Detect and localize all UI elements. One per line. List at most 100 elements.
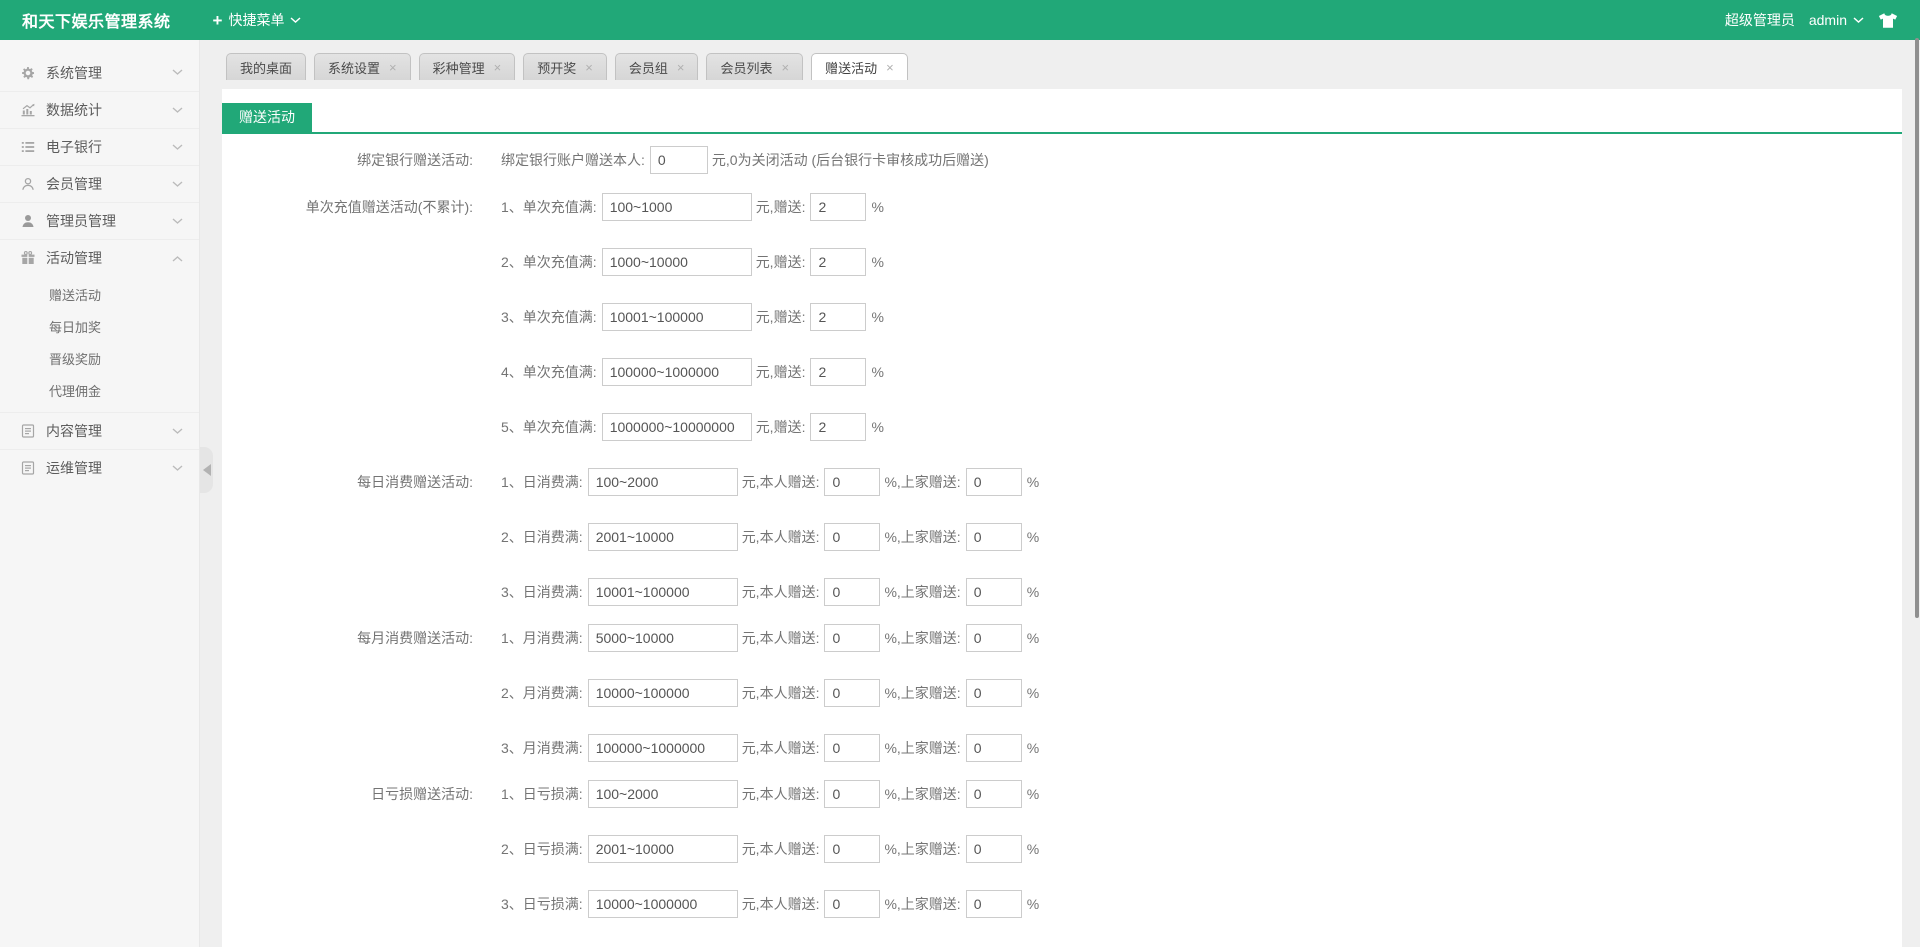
give-label: 元,赠送:	[755, 309, 806, 325]
user-menu[interactable]: admin	[1809, 12, 1864, 28]
tab-bar: 我的桌面 系统设置 × 彩种管理 × 预开奖 × 会员组 × 会员列表 × 赠送活动 ×	[200, 40, 1920, 80]
group-label: 单次充值赠送活动(不累计):	[305, 199, 473, 215]
form-row-monthly-consume-3: 3、月消费满: 元,本人赠送: %,上家赠送: %	[222, 734, 1902, 762]
self-percent-input[interactable]	[824, 679, 881, 707]
percent-sign: %	[1026, 584, 1040, 600]
range-input[interactable]	[587, 468, 738, 496]
self-percent-input[interactable]	[824, 523, 881, 551]
parent-percent-input[interactable]	[965, 734, 1022, 762]
topbar-right: 超级管理员 admin	[1725, 10, 1898, 30]
parent-percent-input[interactable]	[965, 780, 1022, 808]
sidebar-subitem-agent-commission[interactable]: 代理佣金	[0, 376, 199, 408]
parent-percent-input[interactable]	[965, 523, 1022, 551]
range-input[interactable]	[601, 358, 752, 386]
self-percent-input[interactable]	[824, 780, 881, 808]
tab-system-settings[interactable]: 系统设置 ×	[314, 53, 411, 80]
row-label: 3、日消费满:	[501, 584, 583, 600]
list-icon	[20, 139, 36, 155]
sidebar-item-system-manage[interactable]: 系统管理	[0, 54, 199, 91]
self-percent-input[interactable]	[824, 468, 881, 496]
range-input[interactable]	[587, 679, 738, 707]
form-row-daily-loss-1: 日亏损赠送活动: 1、日亏损满: 元,本人赠送: %,上家赠送: %	[222, 780, 1902, 808]
chevron-down-icon	[172, 180, 183, 187]
close-icon[interactable]: ×	[585, 61, 593, 74]
sidebar-subitem-gift-activity[interactable]: 赠送活动	[0, 280, 199, 312]
percent-sign: %	[1026, 685, 1040, 701]
parent-percent-input[interactable]	[965, 890, 1022, 918]
parent-percent-input[interactable]	[965, 679, 1022, 707]
parent-give-label: %,上家赠送:	[884, 740, 961, 756]
sidebar-subitem-daily-bonus[interactable]: 每日加奖	[0, 312, 199, 344]
sidebar-item-member-manage[interactable]: 会员管理	[0, 165, 199, 202]
tab-pre-draw[interactable]: 预开奖 ×	[523, 53, 607, 80]
range-input[interactable]	[587, 624, 738, 652]
percent-input[interactable]	[810, 303, 867, 331]
self-percent-input[interactable]	[824, 890, 881, 918]
range-input[interactable]	[587, 780, 738, 808]
percent-input[interactable]	[810, 248, 867, 276]
tab-my-desktop[interactable]: 我的桌面	[226, 53, 307, 80]
self-percent-input[interactable]	[824, 835, 881, 863]
range-input[interactable]	[587, 835, 738, 863]
close-icon[interactable]: ×	[494, 61, 502, 74]
parent-give-label: %,上家赠送:	[884, 786, 961, 802]
range-input[interactable]	[587, 523, 738, 551]
parent-percent-input[interactable]	[965, 468, 1022, 496]
parent-percent-input[interactable]	[965, 835, 1022, 863]
parent-give-label: %,上家赠送:	[884, 685, 961, 701]
plus-icon: +	[212, 10, 223, 30]
sidebar-item-content-manage[interactable]: 内容管理	[0, 412, 199, 449]
sidebar-item-data-stats[interactable]: 数据统计	[0, 91, 199, 128]
tab-lottery-manage[interactable]: 彩种管理 ×	[418, 53, 516, 80]
tab-gift-activity[interactable]: 赠送活动 ×	[811, 53, 908, 80]
self-give-label: 元,本人赠送:	[741, 630, 820, 646]
close-icon[interactable]: ×	[886, 61, 894, 74]
parent-percent-input[interactable]	[965, 624, 1022, 652]
row-label: 3、月消费满:	[501, 740, 583, 756]
self-give-label: 元,本人赠送:	[741, 786, 820, 802]
sidebar-item-e-bank[interactable]: 电子银行	[0, 128, 199, 165]
sidebar-item-admin-manage[interactable]: 管理员管理	[0, 202, 199, 239]
sidebar-subitem-promotion-reward[interactable]: 晋级奖励	[0, 344, 199, 376]
sidebar-item-label: 活动管理	[46, 250, 102, 266]
chevron-down-icon	[1853, 16, 1864, 23]
self-percent-input[interactable]	[824, 734, 881, 762]
range-input[interactable]	[601, 193, 752, 221]
percent-sign: %	[1026, 474, 1040, 490]
chevron-down-icon	[172, 427, 183, 434]
tab-member-list[interactable]: 会员列表 ×	[706, 53, 804, 80]
theme-shirt-icon[interactable]	[1878, 12, 1898, 29]
tab-member-group[interactable]: 会员组 ×	[614, 53, 699, 80]
self-percent-input[interactable]	[824, 624, 881, 652]
topbar: 和天下娱乐管理系统 + 快捷菜单 超级管理员 admin	[0, 0, 1920, 40]
form-row-recharge-4: 4、单次充值满: 元,赠送: %	[222, 358, 1902, 386]
row-note: 元,0为关闭活动 (后台银行卡审核成功后赠送)	[711, 152, 989, 168]
self-give-label: 元,本人赠送:	[741, 841, 820, 857]
parent-percent-input[interactable]	[965, 578, 1022, 606]
range-input[interactable]	[601, 303, 752, 331]
sidebar-item-activity-manage[interactable]: 活动管理	[0, 239, 199, 276]
row-label: 1、日消费满:	[501, 474, 583, 490]
scrollbar[interactable]	[1915, 38, 1919, 618]
bind-bank-amount-input[interactable]	[649, 146, 708, 174]
percent-input[interactable]	[810, 193, 867, 221]
percent-input[interactable]	[810, 413, 867, 441]
close-icon[interactable]: ×	[677, 61, 685, 74]
quick-menu-button[interactable]: + 快捷菜单	[213, 10, 302, 30]
range-input[interactable]	[601, 413, 752, 441]
range-input[interactable]	[601, 248, 752, 276]
row-label: 1、单次充值满:	[501, 199, 597, 215]
form-row-daily-loss-2: 2、日亏损满: 元,本人赠送: %,上家赠送: %	[222, 835, 1902, 863]
range-input[interactable]	[587, 578, 738, 606]
form-row-monthly-consume-1: 每月消费赠送活动: 1、月消费满: 元,本人赠送: %,上家赠送: %	[222, 624, 1902, 652]
sidebar-collapse-handle[interactable]	[200, 447, 213, 493]
tab-label: 系统设置	[328, 60, 381, 76]
percent-input[interactable]	[810, 358, 867, 386]
chevron-down-icon	[172, 464, 183, 471]
sidebar-item-ops-manage[interactable]: 运维管理	[0, 449, 199, 486]
close-icon[interactable]: ×	[389, 61, 397, 74]
close-icon[interactable]: ×	[781, 61, 789, 74]
range-input[interactable]	[587, 734, 738, 762]
range-input[interactable]	[587, 890, 738, 918]
self-percent-input[interactable]	[824, 578, 881, 606]
